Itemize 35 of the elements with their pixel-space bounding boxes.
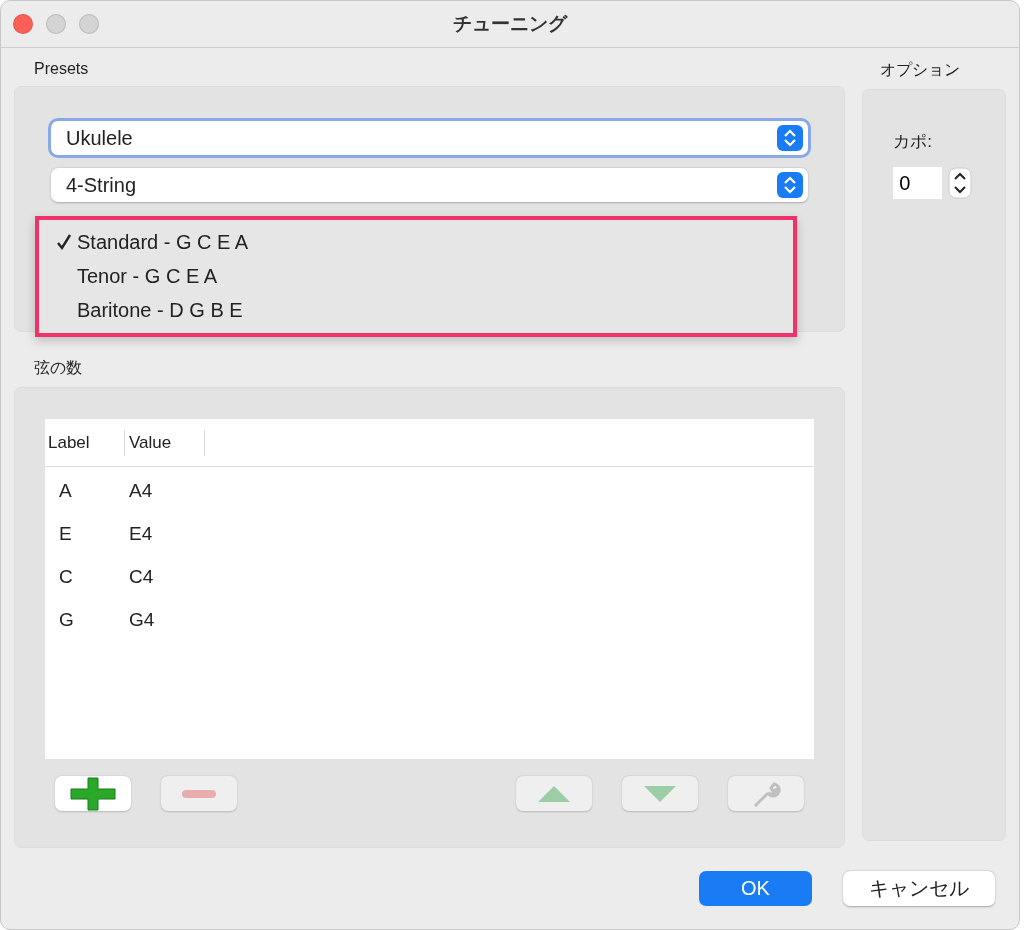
table-cell-text: A [58, 479, 73, 502]
group-label: Presets [33, 60, 90, 80]
stepper-icon[interactable] [948, 167, 973, 200]
checkmark-icon [56, 232, 72, 251]
zoom-button[interactable] [79, 14, 99, 35]
table-cell-text: G [58, 608, 75, 631]
capo-label: カポ: [893, 131, 933, 154]
group-label: 弦の数 [33, 358, 83, 379]
table-cell-text: E [58, 522, 73, 545]
up-triangle-icon [537, 784, 572, 803]
select-arrows-icon [777, 125, 804, 152]
menu-item[interactable]: Standard - G C E A [39, 226, 793, 260]
table-cell-text: C4 [129, 565, 155, 588]
add-button[interactable] [55, 776, 131, 812]
table-cell-text: E4 [129, 522, 154, 545]
select-arrows-icon [777, 172, 804, 199]
menu-item[interactable]: Baritone - D G B E [39, 293, 793, 328]
table-cell-text: C [58, 565, 74, 588]
string-set-select[interactable]: 4-String [51, 168, 809, 203]
close-button[interactable] [13, 14, 33, 35]
column-header[interactable]: Value [125, 429, 205, 456]
window-title: チューニング [453, 12, 567, 37]
menu-item[interactable]: Tenor - G C E A [39, 259, 793, 294]
plus-icon [70, 776, 116, 811]
table-cell-text: G4 [129, 608, 156, 631]
capo-field[interactable]: 0 [893, 167, 943, 200]
down-triangle-icon [643, 784, 678, 803]
minimize-button[interactable] [46, 14, 66, 35]
column-header[interactable]: Label [45, 429, 125, 456]
table-cell-text: A4 [129, 479, 154, 502]
ok-button[interactable]: OK [699, 871, 812, 907]
instrument-select[interactable]: Ukulele [51, 121, 809, 156]
cancel-button[interactable]: キャンセル [843, 871, 995, 907]
group-label: オプション [879, 60, 962, 81]
minus-icon [181, 788, 217, 799]
